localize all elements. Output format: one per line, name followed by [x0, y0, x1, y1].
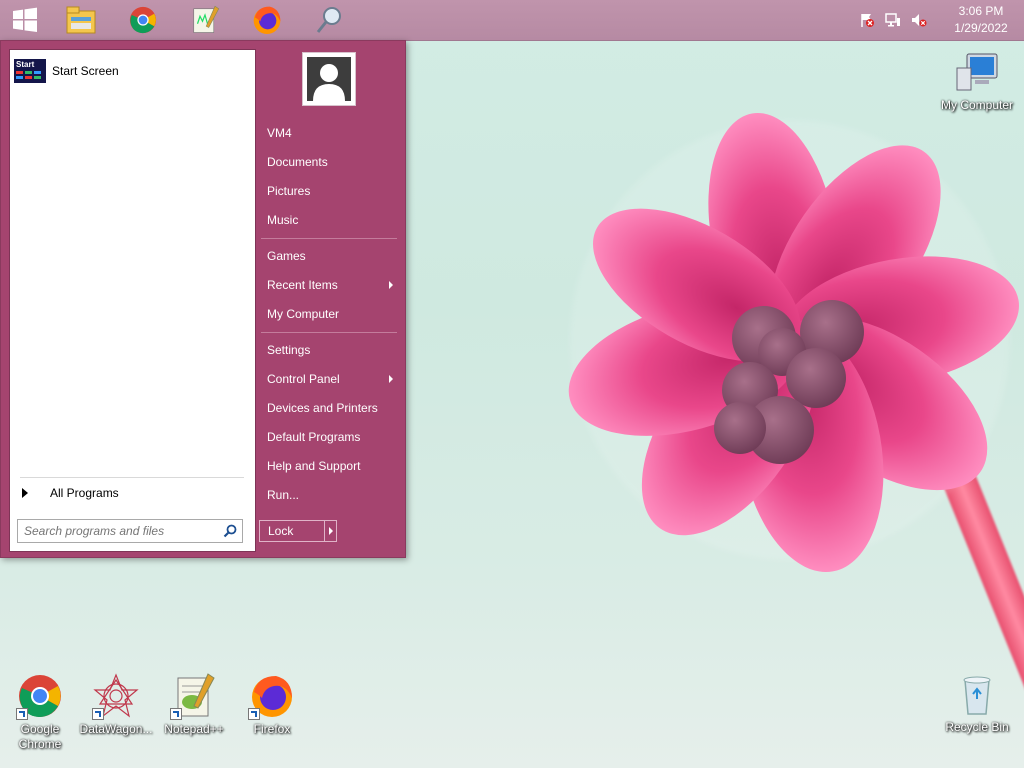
program-item-start-screen[interactable]: Start Start Screen [14, 58, 250, 84]
desktop-icon-datawagon[interactable]: DataWagon... [78, 672, 154, 737]
recycle-bin-icon [953, 670, 1001, 718]
all-programs-button[interactable]: All Programs [18, 482, 248, 504]
desktop-icon-chrome[interactable]: Google Chrome [2, 672, 78, 752]
start-search-box[interactable] [17, 519, 243, 543]
taskbar-firefox[interactable] [242, 2, 292, 38]
menu-item-label: My Computer [267, 307, 340, 321]
chrome-icon [16, 672, 64, 720]
taskbar-file-explorer[interactable] [56, 2, 106, 38]
volume-muted-icon[interactable] [910, 11, 928, 29]
system-tray: 3:06 PM 1/29/2022 [854, 0, 1024, 40]
desktop-icon-label: DataWagon... [79, 722, 153, 736]
menu-item-devices-and-printers[interactable]: Devices and Printers [259, 395, 399, 421]
submenu-arrow-icon [389, 281, 393, 289]
firefox-icon [253, 6, 281, 35]
menu-item-label: Recent Items [267, 278, 338, 292]
menu-item-music[interactable]: Music [259, 207, 399, 233]
desktop-icon-label: My Computer [940, 98, 1014, 112]
desktop-icon-label: Google Chrome [18, 722, 62, 751]
search-input[interactable] [18, 523, 222, 539]
menu-item-my-computer[interactable]: My Computer [259, 301, 399, 327]
firefox-icon [248, 672, 296, 720]
start-menu: Start Start Screen All Programs Search p… [0, 40, 406, 558]
menu-item-label: VM4 [267, 126, 292, 140]
start-menu-places-pane: VM4 Documents Pictures Music Games Recen… [259, 41, 405, 557]
menu-item-settings[interactable]: Settings [259, 337, 399, 363]
menu-item-help-and-support[interactable]: Help and Support [259, 453, 399, 479]
shutdown-options-button[interactable] [325, 521, 336, 541]
magnifier-icon [316, 7, 341, 33]
taskbar-search[interactable] [304, 2, 354, 38]
notepadpp-icon [193, 5, 220, 33]
action-center-flag-icon[interactable] [858, 11, 876, 29]
menu-item-label: Games [267, 249, 306, 263]
divider [20, 477, 244, 478]
lock-button[interactable]: Lock [260, 521, 325, 541]
start-button[interactable] [0, 2, 50, 38]
menu-item-pictures[interactable]: Pictures [259, 178, 399, 204]
menu-item-control-panel[interactable]: Control Panel [259, 366, 399, 392]
desktop-icon-label: Firefox [253, 722, 291, 736]
taskbar-chrome[interactable] [118, 2, 168, 38]
menu-item-default-programs[interactable]: Default Programs [259, 424, 399, 450]
start-screen-icon: Start [14, 59, 46, 83]
start-menu-programs-pane: Start Start Screen All Programs [9, 49, 256, 552]
desktop-icon-my-computer[interactable]: My Computer [937, 48, 1017, 113]
desktop-icon-label: Recycle Bin [945, 720, 1009, 734]
datawagon-icon [92, 672, 140, 720]
triangle-right-icon [22, 488, 28, 498]
windows-logo-icon [13, 7, 37, 32]
taskbar-clock[interactable]: 3:06 PM 1/29/2022 [938, 3, 1024, 37]
program-item-label: Start Screen [52, 64, 119, 78]
desktop-icon-firefox[interactable]: Firefox [234, 672, 310, 737]
clock-date: 1/29/2022 [954, 21, 1008, 35]
submenu-arrow-icon [389, 375, 393, 383]
user-silhouette-icon [307, 57, 351, 101]
menu-item-label: Run... [267, 488, 300, 502]
desktop-icon-notepadpp[interactable]: Notepad++ [156, 672, 232, 737]
divider [261, 332, 397, 333]
menu-item-games[interactable]: Games [259, 243, 399, 269]
desktop-icon-recycle-bin[interactable]: Recycle Bin [937, 670, 1017, 735]
user-avatar[interactable] [302, 52, 356, 106]
menu-item-documents[interactable]: Documents [259, 149, 399, 175]
chevron-right-icon [328, 527, 333, 535]
lock-label: Lock [268, 524, 294, 538]
menu-item-label: Control Panel [267, 372, 340, 386]
my-computer-icon [953, 48, 1001, 96]
menu-item-recent-items[interactable]: Recent Items [259, 272, 399, 298]
network-icon[interactable] [884, 11, 902, 29]
menu-item-label: Documents [267, 155, 328, 169]
menu-item-run[interactable]: Run... [259, 482, 399, 508]
notepadpp-icon [170, 672, 218, 720]
taskbar-notepadpp[interactable] [180, 2, 230, 38]
menu-item-label: Devices and Printers [267, 401, 378, 415]
lock-button-group: Lock [259, 520, 337, 542]
file-explorer-icon [66, 6, 96, 34]
divider [261, 238, 397, 239]
all-programs-label: All Programs [50, 486, 119, 500]
taskbar: 3:06 PM 1/29/2022 [0, 0, 1024, 41]
menu-item-vm4[interactable]: VM4 [259, 120, 399, 146]
menu-item-label: Default Programs [267, 430, 361, 444]
menu-item-label: Music [267, 213, 299, 227]
menu-item-label: Pictures [267, 184, 311, 198]
flower-wallpaper [568, 113, 1019, 573]
search-icon[interactable] [222, 523, 238, 539]
chrome-icon [129, 6, 157, 34]
desktop-icon-label: Notepad++ [164, 722, 224, 736]
clock-time: 3:06 PM [958, 4, 1004, 18]
menu-item-label: Settings [267, 343, 311, 357]
menu-item-label: Help and Support [267, 459, 361, 473]
